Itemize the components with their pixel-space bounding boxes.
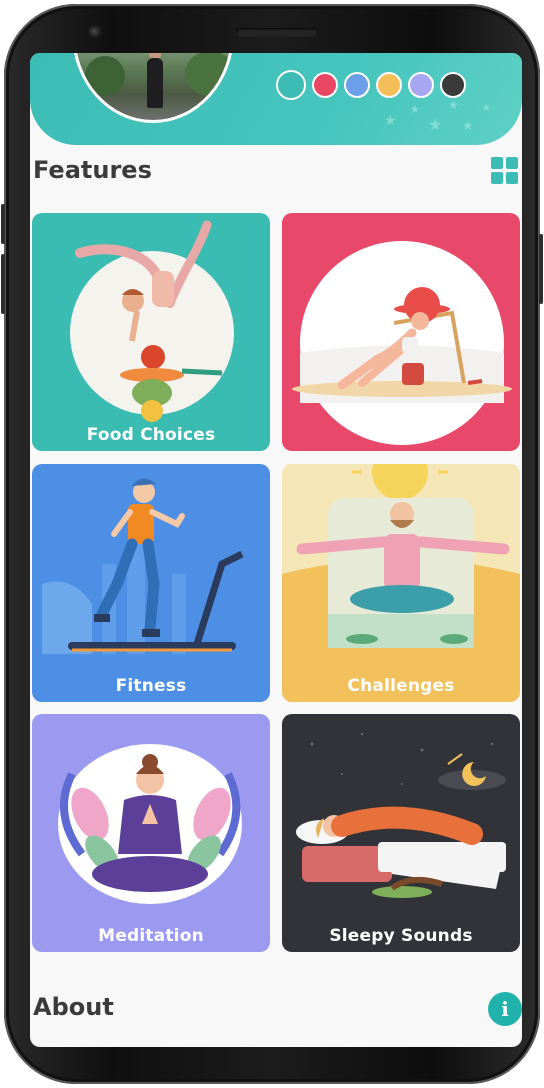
grid-view-icon[interactable] [491, 157, 519, 185]
feature-card-rest[interactable]: Rest [282, 213, 520, 451]
feature-card-label: Sleepy Sounds [329, 926, 473, 946]
theme-color-picker [276, 70, 466, 100]
feature-card-label: Food Choices [86, 425, 216, 445]
theme-swatch-lavender[interactable] [408, 72, 434, 98]
feature-card-food-choices[interactable]: Food Choices [32, 213, 270, 451]
food-choices-illustration [70, 220, 234, 422]
front-camera [88, 25, 104, 41]
info-icon[interactable]: i [488, 992, 522, 1026]
rest-illustration [292, 241, 512, 445]
feature-card-challenges[interactable]: Challenges [282, 464, 520, 702]
volume-down-button [1, 254, 5, 314]
theme-swatch-red[interactable] [312, 72, 338, 98]
earpiece-speaker [236, 28, 318, 37]
profile-header: ★ ★ ★ ★ ★ ★ [30, 53, 522, 145]
sleepy-sounds-illustration [296, 732, 506, 898]
feature-card-label: Challenges [347, 676, 455, 696]
feature-card-sleepy-sounds[interactable]: Sleepy Sounds [282, 714, 520, 952]
theme-swatch-blue[interactable] [344, 72, 370, 98]
power-button [539, 234, 543, 304]
fitness-illustration [42, 478, 244, 654]
theme-swatch-dark[interactable] [440, 72, 466, 98]
theme-swatch-teal[interactable] [276, 70, 306, 100]
theme-swatch-yellow[interactable] [376, 72, 402, 98]
challenges-illustration [282, 464, 520, 702]
volume-up-button [1, 204, 5, 244]
about-heading: About [33, 993, 114, 1021]
feature-card-label: Meditation [98, 926, 204, 946]
feature-card-meditation[interactable]: Meditation [32, 714, 270, 952]
feature-card-fitness[interactable]: Fitness [32, 464, 270, 702]
feature-card-label: Rest [379, 425, 423, 445]
meditation-illustration [58, 744, 242, 904]
phone-frame: ★ ★ ★ ★ ★ ★ Features Food Choices Rest F… [1, 4, 543, 1084]
profile-avatar[interactable] [72, 53, 234, 123]
features-heading: Features [33, 156, 152, 184]
app-screen: ★ ★ ★ ★ ★ ★ Features Food Choices Rest F… [30, 53, 522, 1047]
feature-card-label: Fitness [115, 676, 187, 696]
